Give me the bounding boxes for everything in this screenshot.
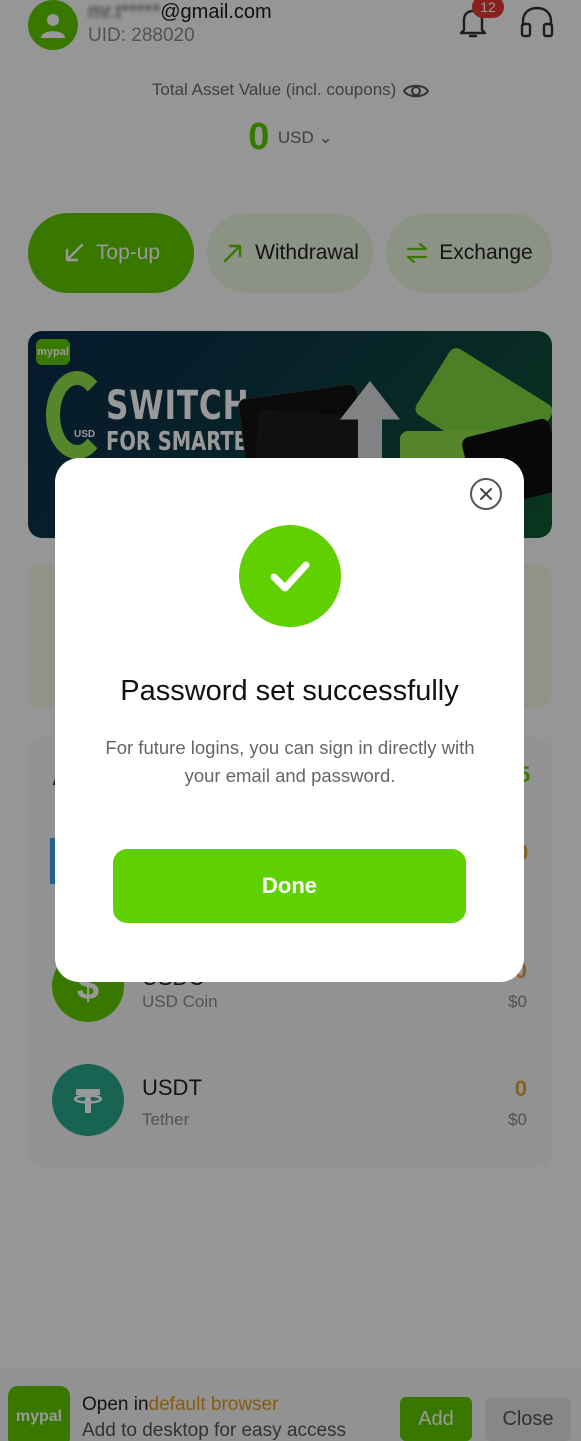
done-button[interactable]: Done	[113, 849, 466, 923]
close-modal-button[interactable]	[470, 478, 502, 510]
checkmark-icon	[270, 561, 310, 592]
close-icon	[480, 488, 492, 500]
modal-title: Password set successfully	[120, 675, 459, 707]
modal-message: For future logins, you can sign in direc…	[105, 737, 475, 786]
success-check	[239, 525, 341, 627]
